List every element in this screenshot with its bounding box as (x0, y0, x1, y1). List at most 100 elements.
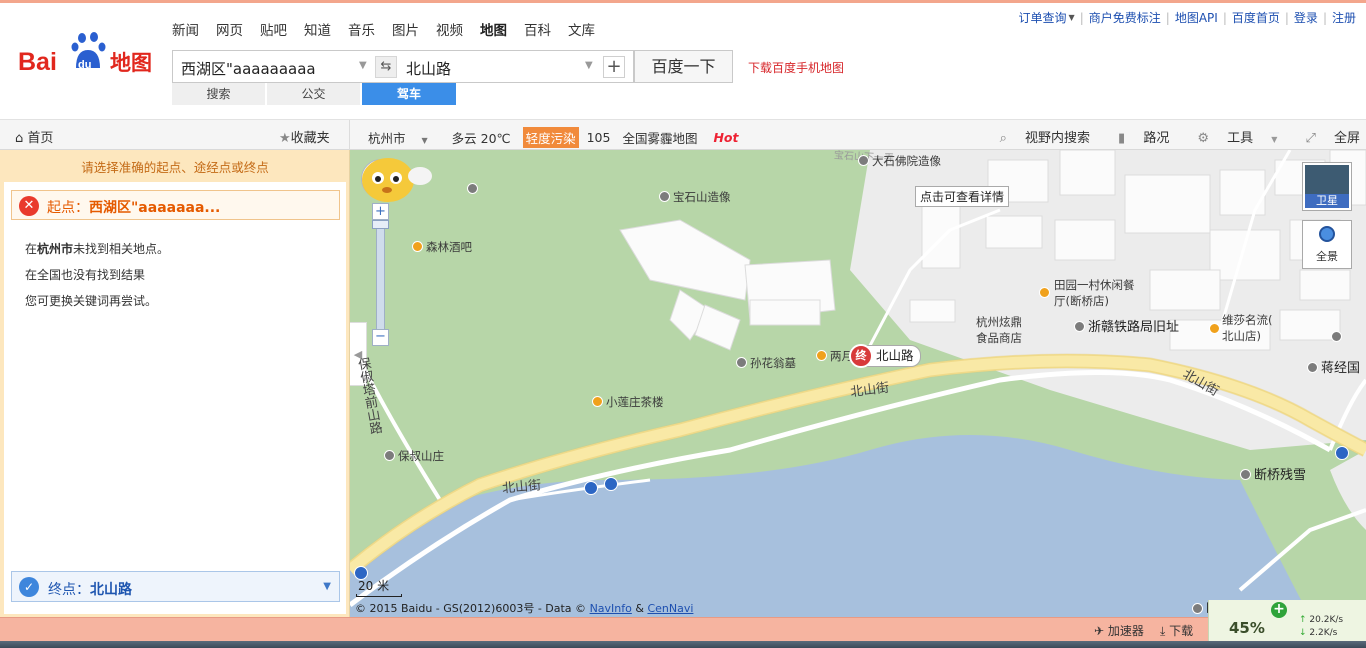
poi-sunhua[interactable]: 孙花翁墓 (736, 355, 796, 371)
bus-stop-icon[interactable] (1335, 446, 1352, 462)
restaurant-icon (1209, 322, 1223, 336)
tab-search[interactable]: 搜索 (172, 83, 265, 105)
nav-item-7[interactable]: 地图 (480, 22, 507, 40)
poi-zhegan[interactable]: 浙赣铁路局旧址 (1074, 316, 1179, 335)
poi-duanqiao-snow[interactable]: 断桥残雪 (1240, 464, 1306, 483)
baidu-home-link[interactable]: 百度首页 (1232, 10, 1280, 26)
poi-liangyue[interactable]: 两月 (816, 348, 853, 364)
mode-tabs: 搜索 公交 驾车 (172, 83, 458, 105)
end-value: 北山路 (90, 582, 132, 598)
poi-dashifo[interactable]: 大石佛院造像 (858, 153, 941, 169)
poi-label: 宝石山造像 (673, 190, 731, 204)
visible-search-button[interactable]: ⌕ 视野内搜索 (986, 127, 1090, 146)
traffic-button[interactable]: ▮ 路况 (1104, 127, 1169, 146)
tab-transit[interactable]: 公交 (267, 83, 360, 105)
gear-icon: ⚙ (1197, 131, 1209, 146)
navinfo-link[interactable]: NavInfo (590, 602, 632, 615)
favorites-button[interactable]: ★收藏夹 (279, 127, 330, 146)
register-link[interactable]: 注册 (1332, 10, 1356, 26)
network-speed-widget[interactable]: + 45% ↑ 20.2K/s ↓ 2.2K/s (1208, 600, 1366, 641)
search-button[interactable]: 百度一下 (634, 50, 733, 83)
poi-unnamed[interactable] (467, 182, 481, 196)
message-line-2: 在全国也没有找到结果 (25, 268, 146, 282)
swap-icon[interactable]: ⇆ (375, 56, 397, 78)
nav-item-0[interactable]: 新闻 (172, 22, 199, 40)
hot-badge: Hot (713, 130, 739, 145)
download-label: 下载 (1169, 624, 1194, 638)
scale-bar (356, 594, 402, 597)
city-selector[interactable]: 杭州市 ▼ (368, 128, 440, 147)
merchant-mark-link[interactable]: 商户免费标注 (1089, 10, 1161, 26)
nav-item-4[interactable]: 音乐 (348, 22, 375, 40)
baidu-map-logo[interactable]: Bai du 地图 (18, 30, 160, 78)
end-point-row[interactable]: ✓ 终点：北山路 ▼ (11, 571, 340, 602)
end-input[interactable]: 北山路 (406, 58, 451, 79)
pufferfish-mascot-icon[interactable] (350, 150, 440, 210)
haze-map-link[interactable]: 全国雾霾地图 (622, 128, 709, 147)
start-value: 西湖区"aaaaaaa... (89, 200, 221, 216)
visible-search-label: 视野内搜索 (1025, 131, 1091, 146)
home-icon: ⌂ (15, 131, 24, 146)
poi-label: 保叔山庄 (398, 449, 444, 463)
svg-text:Bai: Bai (18, 48, 57, 76)
add-icon[interactable]: + (1271, 602, 1287, 618)
poi-senlin[interactable]: 森林酒吧 (412, 239, 472, 255)
map-api-link[interactable]: 地图API (1175, 10, 1218, 26)
svg-text:du: du (78, 59, 91, 71)
download-button[interactable]: ⤓ 下载 (1160, 622, 1193, 639)
tab-drive[interactable]: 驾车 (362, 83, 456, 105)
nav-item-2[interactable]: 贴吧 (260, 22, 287, 40)
login-link[interactable]: 登录 (1294, 10, 1318, 26)
zoom-out-button[interactable]: − (372, 329, 389, 346)
poi-tianyuan[interactable]: 田园一村休闲餐 厅(断桥店) (1054, 277, 1135, 309)
map-canvas[interactable]: ▲ ▼ ◀ ▶ + − ◀ 卫星 全景 宝石山下一弄 大石佛院造像 宝石山造像 … (350, 150, 1366, 617)
fullscreen-icon: ⤢ (1305, 131, 1316, 146)
bus-stop-icon[interactable] (604, 477, 621, 493)
home-label: 首页 (27, 131, 54, 146)
svg-text:地图: 地图 (110, 51, 152, 75)
nav-item-6[interactable]: 视频 (436, 22, 463, 40)
fullscreen-button[interactable]: ⤢ 全屏 (1291, 127, 1360, 146)
nav-item-9[interactable]: 文库 (568, 22, 595, 40)
zoom-slider[interactable] (376, 222, 385, 332)
cennavi-link[interactable]: CenNavi (647, 602, 693, 615)
chevron-down-icon[interactable]: ▼ (359, 60, 367, 71)
panorama-toggle[interactable]: 全景 (1302, 220, 1352, 269)
start-point-row[interactable]: ✕ 起点：西湖区"aaaaaaa... (11, 190, 340, 220)
chevron-down-icon: ▼ (421, 136, 428, 145)
poi-weisha[interactable]: 维莎名流(北山店) (1222, 312, 1273, 344)
poi-label: 杭州炫鼎 (976, 315, 1022, 329)
home-button[interactable]: ⌂ 首页 (15, 127, 53, 146)
nav-item-8[interactable]: 百科 (524, 22, 551, 40)
zoom-slider-handle[interactable] (372, 220, 389, 229)
accelerator-button[interactable]: ✈ 加速器 (1094, 622, 1144, 639)
landmark-icon (858, 155, 869, 166)
restaurant-icon (816, 350, 827, 361)
chevron-down-icon[interactable]: ▼ (1069, 10, 1075, 26)
poi-jiangjing[interactable]: 蒋经国 (1307, 357, 1360, 376)
chevron-down-icon[interactable]: ▼ (585, 60, 593, 71)
divider: | (1079, 11, 1084, 25)
nav-item-5[interactable]: 图片 (392, 22, 419, 40)
poi-baochu[interactable]: 保叔山庄 (384, 448, 444, 464)
poi-xuanding[interactable]: 杭州炫鼎 食品商店 (976, 314, 1022, 346)
bus-stop-icon[interactable] (584, 481, 601, 497)
no-result-messages: 在杭州市未找到相关地点。 在全国也没有找到结果 您可更换关键词再尝试。 (25, 236, 169, 314)
chevron-down-icon: ▼ (1271, 135, 1278, 144)
nav-item-3[interactable]: 知道 (304, 22, 331, 40)
poi-baoshishan[interactable]: 宝石山造像 (659, 189, 731, 205)
end-point-marker[interactable]: 终 北山路 (849, 344, 921, 368)
nav-item-1[interactable]: 网页 (216, 22, 243, 40)
poi-label: 维莎名流( (1222, 313, 1273, 327)
satellite-toggle[interactable]: 卫星 (1302, 162, 1352, 211)
download-mobile-map-link[interactable]: 下载百度手机地图 (748, 59, 844, 76)
tools-button[interactable]: ⚙ 工具 ▼ (1183, 127, 1277, 146)
order-query-link[interactable]: 订单查询 (1019, 10, 1067, 26)
msg-prefix: 在 (25, 242, 38, 256)
add-waypoint-icon[interactable]: + (603, 56, 625, 78)
poi-xiaolian[interactable]: 小莲庄茶楼 (592, 394, 664, 410)
divider: | (1284, 11, 1289, 25)
start-input[interactable]: 西湖区"aaaaaaaaa (181, 58, 316, 79)
scale-label: 20 米 (358, 579, 390, 593)
chevron-down-icon[interactable]: ▼ (323, 581, 331, 592)
